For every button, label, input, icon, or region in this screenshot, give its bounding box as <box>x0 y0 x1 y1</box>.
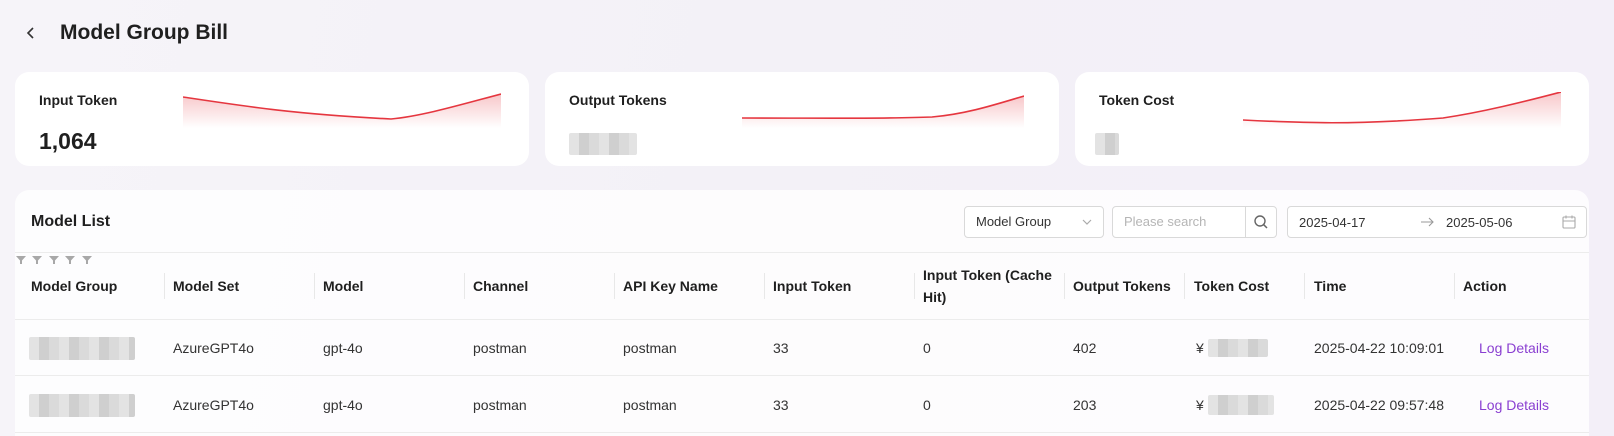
redacted-model-group <box>29 337 135 360</box>
sparkline-cost <box>1243 92 1561 128</box>
search-button[interactable] <box>1245 206 1277 238</box>
redacted-value <box>1095 133 1119 155</box>
search-input[interactable]: Please search <box>1112 206 1246 238</box>
model-list-panel: Model List Model Group Please search 202… <box>15 190 1589 436</box>
filter-icon[interactable] <box>15 254 27 266</box>
page-title: Model Group Bill <box>60 21 228 44</box>
redacted-model-group <box>29 394 135 417</box>
col-model: Model <box>323 278 364 294</box>
redacted-value <box>569 133 637 155</box>
cell-api-key-name: postman <box>623 340 677 356</box>
table-header: Model Group Model Set Model Channel API … <box>15 252 1589 320</box>
stat-card-input-token: Input Token 1,064 <box>15 72 529 166</box>
cell-model: gpt-4o <box>323 340 363 356</box>
date-range-picker[interactable]: 2025-04-17 2025-05-06 <box>1287 206 1587 238</box>
table-row: AzureGPT4o gpt-4o postman postman 33 0 2… <box>15 377 1589 433</box>
cell-time: 2025-04-22 10:09:01 <box>1314 340 1444 356</box>
cell-channel: postman <box>473 397 527 413</box>
back-arrow-icon[interactable] <box>20 22 42 44</box>
cell-cost-symbol: ¥ <box>1196 340 1204 356</box>
redacted-token-cost <box>1208 339 1268 357</box>
cell-api-key-name: postman <box>623 397 677 413</box>
col-api-key-name: API Key Name <box>623 278 718 294</box>
col-action: Action <box>1463 278 1507 294</box>
sparkline-output <box>742 95 1024 128</box>
arrow-right-icon <box>1421 217 1434 227</box>
chevron-down-icon <box>1082 219 1092 225</box>
col-channel: Channel <box>473 278 529 294</box>
stat-label: Token Cost <box>1099 92 1175 108</box>
cell-output-tokens: 402 <box>1073 340 1097 356</box>
stat-card-token-cost: Token Cost <box>1075 72 1589 166</box>
table-row: AzureGPT4o gpt-4o postman postman 33 0 4… <box>15 320 1589 376</box>
date-end[interactable]: 2025-05-06 <box>1446 215 1513 230</box>
date-start[interactable]: 2025-04-17 <box>1299 215 1366 230</box>
page-header: Model Group Bill <box>20 18 228 48</box>
stat-label: Input Token <box>39 92 118 108</box>
search-placeholder: Please search <box>1124 214 1207 229</box>
panel-title: Model List <box>31 213 111 230</box>
stat-card-output-tokens: Output Tokens <box>545 72 1059 166</box>
stat-value: 1,064 <box>39 128 97 154</box>
model-group-select[interactable]: Model Group <box>964 206 1104 238</box>
cell-output-tokens: 203 <box>1073 397 1097 413</box>
col-input-token: Input Token <box>773 278 852 294</box>
cell-input-token: 33 <box>773 340 789 356</box>
cell-input-token: 33 <box>773 397 789 413</box>
log-details-link[interactable]: Log Details <box>1479 377 1549 433</box>
sparkline-input <box>183 93 501 128</box>
select-value: Model Group <box>976 214 1052 229</box>
col-input-token-cache-hit: Input Token (Cache Hit) <box>923 267 1052 305</box>
cell-channel: postman <box>473 340 527 356</box>
col-model-group: Model Group <box>31 278 118 294</box>
cell-time: 2025-04-22 09:57:48 <box>1314 397 1444 413</box>
cell-cache-hit: 0 <box>923 397 931 413</box>
redacted-token-cost <box>1208 395 1274 415</box>
col-output-tokens: Output Tokens <box>1073 278 1171 294</box>
cell-model: gpt-4o <box>323 397 363 413</box>
cell-cache-hit: 0 <box>923 340 931 356</box>
col-time: Time <box>1314 278 1347 294</box>
cell-cost-symbol: ¥ <box>1196 397 1204 413</box>
search-icon <box>1254 215 1268 229</box>
calendar-icon <box>1562 215 1576 229</box>
cell-model-set: AzureGPT4o <box>173 340 254 356</box>
col-model-set: Model Set <box>173 278 240 294</box>
cell-model-set: AzureGPT4o <box>173 397 254 413</box>
col-token-cost: Token Cost <box>1194 278 1270 294</box>
log-details-link[interactable]: Log Details <box>1479 320 1549 376</box>
stat-label: Output Tokens <box>569 92 667 108</box>
